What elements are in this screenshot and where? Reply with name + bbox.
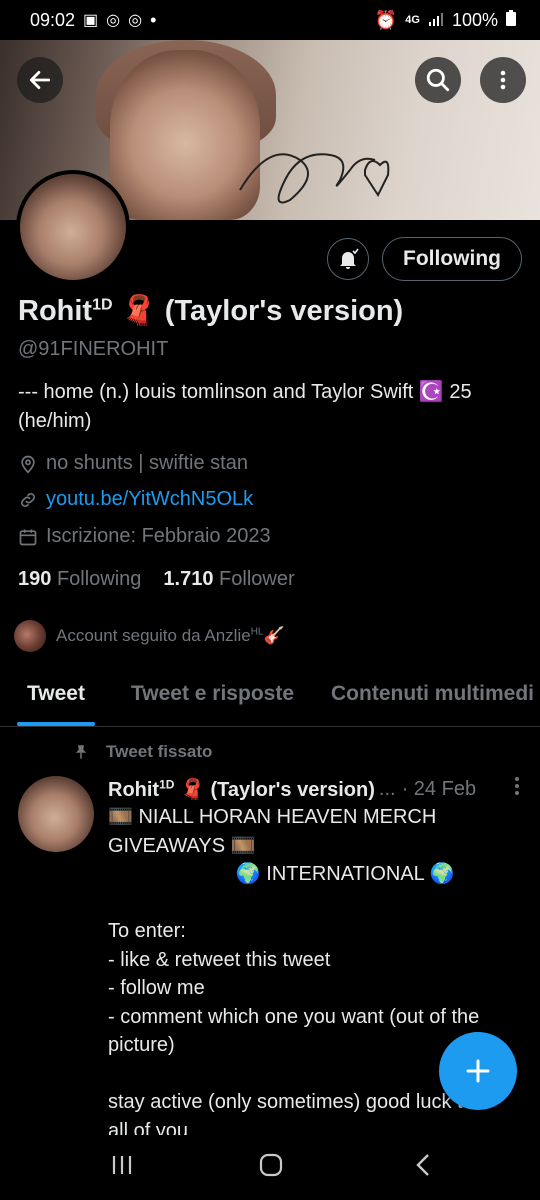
tab-tweet-replies[interactable]: Tweet e risposte — [131, 682, 294, 706]
signature-graphic — [239, 153, 390, 204]
recent-apps-button[interactable] — [110, 1153, 134, 1182]
back-button[interactable] — [17, 57, 63, 103]
profile-name-suffix: (Taylor's version) — [164, 295, 404, 327]
search-button[interactable] — [415, 57, 461, 103]
followed-by-row[interactable]: Account seguito da AnzlieHL🎸 — [14, 620, 285, 652]
tab-tweet[interactable]: Tweet — [27, 682, 85, 706]
gallery-notification-icon: ▣ — [83, 12, 99, 29]
pin-icon — [75, 745, 87, 759]
back-nav-button[interactable] — [414, 1153, 434, 1182]
profile-name-text: Rohit — [18, 295, 93, 327]
tweet-header: Rohit1D 🧣 (Taylor's version) ... · 24 Fe… — [108, 776, 528, 802]
home-button[interactable] — [258, 1153, 284, 1182]
active-tab-indicator — [17, 722, 95, 726]
arrow-left-icon — [29, 71, 51, 89]
followed-by-text: Account seguito da Anzlie — [56, 626, 251, 645]
search-icon — [426, 68, 450, 92]
tweet-date[interactable]: · 24 Feb — [402, 778, 476, 801]
notifications-button[interactable] — [327, 238, 369, 280]
tweet-line: - like & retweet this tweet — [108, 948, 331, 971]
following-button[interactable]: Following — [382, 237, 522, 281]
profile-handle: @91FINEROHIT — [18, 338, 169, 360]
tab-media[interactable]: Contenuti multimedi — [331, 682, 534, 706]
chevron-left-icon — [416, 1154, 429, 1176]
guitar-emoji: 🎸 — [263, 626, 285, 645]
profile-name: Rohit1D 🧣 (Taylor's version) — [18, 294, 403, 328]
tweet-author-name[interactable]: Rohit1D 🧣 (Taylor's version) — [108, 777, 375, 802]
website-link[interactable]: youtu.be/YitWchN5OLk — [46, 488, 253, 511]
following-count[interactable]: 190 Following — [18, 568, 141, 591]
more-vertical-icon — [515, 777, 519, 795]
pinned-text: Tweet fissato — [106, 742, 213, 761]
alarm-icon: ⏰ — [374, 9, 398, 30]
plus-icon — [466, 1059, 490, 1083]
location-pin-icon — [21, 455, 35, 474]
status-dot: • — [150, 9, 157, 30]
joined-text: Iscrizione: Febbraio 2023 — [46, 525, 271, 547]
status-time: 09:02 — [30, 9, 76, 30]
signal-icon — [428, 10, 444, 31]
status-bar: 09:02 ▣ ◎ ◎ • ⏰ 4G 100% — [0, 0, 540, 40]
follow-counts: 190 Following 1.710 Follower — [18, 568, 295, 591]
bell-icon — [340, 248, 359, 269]
profile-avatar[interactable] — [16, 170, 130, 284]
location-row: no shunts | swiftie stan — [18, 452, 248, 475]
more-vertical-icon — [500, 70, 506, 90]
recent-apps-icon — [112, 1156, 132, 1174]
joined-row: Iscrizione: Febbraio 2023 — [18, 525, 271, 548]
website-row[interactable]: youtu.be/YitWchN5OLk — [18, 488, 253, 511]
network-type: 4G — [405, 14, 420, 26]
tweet-more-button[interactable] — [514, 776, 528, 802]
more-options-button[interactable] — [480, 57, 526, 103]
tweet-line: 🎞️ NIALL HORAN HEAVEN MERCH — [108, 806, 437, 828]
location-text: no shunts | swiftie stan — [46, 452, 248, 474]
instagram-notification-icon-2: ◎ — [128, 12, 143, 29]
battery-level: 100% — [451, 9, 498, 30]
follower-avatar — [14, 620, 46, 652]
instagram-notification-icon: ◎ — [106, 12, 121, 29]
tweet-line — [108, 889, 518, 918]
compose-tweet-button[interactable] — [439, 1032, 517, 1110]
calendar-icon — [19, 529, 37, 545]
tweet-line: GIVEAWAYS 🎞️ — [108, 834, 256, 857]
tweet-line: - follow me — [108, 977, 205, 999]
followed-by-sup: HL — [250, 626, 264, 638]
home-icon — [259, 1153, 283, 1177]
tweet-line: - comment which one you want (out of the — [108, 1005, 480, 1028]
pinned-label: Tweet fissato — [72, 742, 212, 762]
followers-count[interactable]: 1.710 Follower — [163, 568, 294, 591]
system-nav-bar — [0, 1135, 540, 1200]
battery-icon — [506, 9, 516, 31]
profile-bio: --- home (n.) louis tomlinson and Taylor… — [18, 381, 472, 432]
tweet-line: 🌍 INTERNATIONAL 🌍 — [108, 863, 455, 885]
profile-tabs: Tweet Tweet e risposte Contenuti multime… — [0, 670, 540, 727]
tweet-line: To enter: — [108, 920, 186, 942]
tweet-author-avatar[interactable] — [18, 776, 94, 852]
tweet-ellipsis: ... — [378, 777, 396, 800]
scarf-emoji: 🧣 — [120, 295, 157, 327]
link-icon — [21, 492, 35, 507]
profile-name-sup: 1D — [92, 296, 113, 314]
